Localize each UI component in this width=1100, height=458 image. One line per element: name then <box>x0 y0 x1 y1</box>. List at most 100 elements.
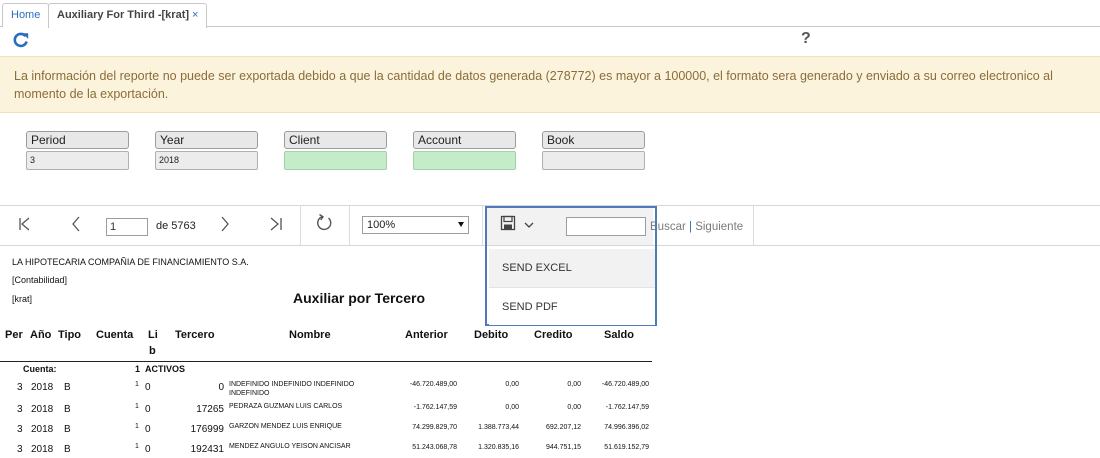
reload-icon[interactable] <box>314 213 334 233</box>
cuenta-number: 1 <box>135 364 141 374</box>
param-book-label: Book <box>542 131 645 149</box>
row-saldo: 51.619.152,79 <box>604 444 649 451</box>
row-tercero: 17265 <box>196 404 224 415</box>
refresh-icon[interactable] <box>12 31 30 49</box>
param-client-label: Client <box>284 131 387 149</box>
row-nombre: GARZON MENDEZ LUIS ENRIQUE <box>229 423 342 430</box>
row-lib: 1 <box>135 403 139 410</box>
row-credito: 692.207,12 <box>545 424 581 431</box>
report-title: Auxiliar por Tercero <box>293 290 426 306</box>
row-per: 3 <box>17 444 23 455</box>
zoom-value: 100% <box>367 219 396 231</box>
param-year-input[interactable]: 2018 <box>155 151 258 170</box>
row-anio: 2018 <box>31 382 54 393</box>
search-separator: | <box>689 221 692 233</box>
row-debito: 1.320.835,16 <box>478 444 519 451</box>
dropdown-arrow-icon <box>458 222 464 227</box>
row-anio: 2018 <box>31 424 54 435</box>
toolbar-divider <box>753 206 754 246</box>
row-tipo: B <box>64 382 71 393</box>
col-header-cuenta: Cuenta <box>96 329 134 341</box>
row-tercero: 192431 <box>190 444 224 455</box>
col-header-tipo: Tipo <box>58 329 82 341</box>
row-anterior: 74.299.829,70 <box>412 424 457 431</box>
zoom-select[interactable]: 100% <box>362 216 469 234</box>
tab-bar: Home Auxiliary For Third -[krat] × <box>0 0 1100 28</box>
row-lib: 1 <box>135 443 139 450</box>
toolbar-divider <box>482 206 483 246</box>
export-warning-alert: La información del reporte no puede ser … <box>0 56 1100 113</box>
row-lib: 1 <box>135 381 139 388</box>
cuenta-label: Cuenta: <box>23 364 57 374</box>
row-saldo: -46.720.489,00 <box>601 381 649 388</box>
col-header-anterior: Anterior <box>405 329 448 341</box>
param-year: Year 2018 <box>155 131 258 170</box>
report-user: [krat] <box>12 294 33 304</box>
row-credito: 0,00 <box>567 381 581 388</box>
row-tercero: 176999 <box>190 424 224 435</box>
tab-home[interactable]: Home <box>2 3 50 27</box>
row-credito: 944.751,15 <box>545 444 581 451</box>
row-nombre: PEDRAZA GUZMAN LUIS CARLOS <box>229 403 343 410</box>
next-page-icon[interactable] <box>215 214 235 234</box>
row-anterior: 51.243.068,78 <box>412 444 457 451</box>
page-count: de 5763 <box>156 220 196 232</box>
page-number-input[interactable]: 1 <box>106 218 148 236</box>
row-anterior: -46.720.489,00 <box>409 381 457 388</box>
search-links: Buscar | Siguiente <box>650 221 743 233</box>
report-company: LA HIPOTECARIA COMPAÑIA DE FINANCIAMIENT… <box>12 257 249 267</box>
row-saldo: 74.996.396,02 <box>604 424 649 431</box>
param-account-label: Account <box>413 131 516 149</box>
row-anterior: -1.762.147,59 <box>413 404 457 411</box>
tab-auxiliary-for-third[interactable]: Auxiliary For Third -[krat] × <box>48 3 208 28</box>
row-debito: 0,00 <box>505 404 519 411</box>
row-per: 3 <box>17 382 23 393</box>
col-header-nombre: Nombre <box>289 329 331 341</box>
row-nombre-cont: INDEFINIDO <box>229 390 270 397</box>
col-header-lib: Li <box>148 329 158 341</box>
export-dropdown-menu: SEND EXCEL SEND PDF <box>485 206 657 326</box>
row-lib-zero: 0 <box>145 424 151 435</box>
col-header-lib-cont: b <box>149 345 156 357</box>
row-per: 3 <box>17 404 23 415</box>
row-lib-zero: 0 <box>145 444 151 455</box>
row-per: 3 <box>17 424 23 435</box>
row-tipo: B <box>64 404 71 415</box>
param-period-input[interactable]: 3 <box>26 151 129 170</box>
row-lib: 1 <box>135 423 139 430</box>
help-icon[interactable]: ? <box>801 30 811 48</box>
param-period: Period 3 <box>26 131 129 170</box>
row-debito: 1.388.773,44 <box>478 424 519 431</box>
row-saldo: -1.762.147,59 <box>605 404 649 411</box>
param-client-input[interactable] <box>284 151 387 170</box>
header-rule <box>0 361 652 362</box>
last-page-icon[interactable] <box>266 214 286 234</box>
row-anio: 2018 <box>31 404 54 415</box>
col-header-anio: Año <box>30 329 52 341</box>
param-book-input[interactable] <box>542 151 645 170</box>
param-client: Client <box>284 131 387 170</box>
col-header-per: Per <box>5 329 23 341</box>
param-period-label: Period <box>26 131 129 149</box>
tab-label: Auxiliary For Third -[krat] <box>57 9 190 21</box>
col-header-tercero: Tercero <box>175 329 215 341</box>
row-tipo: B <box>64 424 71 435</box>
previous-page-icon[interactable] <box>66 214 86 234</box>
col-header-debito: Debito <box>474 329 509 341</box>
param-book: Book <box>542 131 645 170</box>
row-anio: 2018 <box>31 444 54 455</box>
next-link[interactable]: Siguiente <box>695 221 743 233</box>
close-icon[interactable]: × <box>192 9 198 21</box>
send-pdf-menu-item[interactable]: SEND PDF <box>489 287 655 325</box>
param-account-input[interactable] <box>413 151 516 170</box>
row-credito: 0,00 <box>567 404 581 411</box>
cuenta-name: ACTIVOS <box>145 364 186 374</box>
row-lib-zero: 0 <box>145 404 151 415</box>
row-debito: 0,00 <box>505 381 519 388</box>
first-page-icon[interactable] <box>16 214 36 234</box>
row-nombre: INDEFINIDO INDEFINIDO INDEFINIDO <box>229 381 355 388</box>
toolbar-divider <box>349 206 350 246</box>
row-tipo: B <box>64 444 71 455</box>
report-module: [Contabilidad] <box>12 275 68 285</box>
send-excel-menu-item[interactable]: SEND EXCEL <box>489 249 655 287</box>
